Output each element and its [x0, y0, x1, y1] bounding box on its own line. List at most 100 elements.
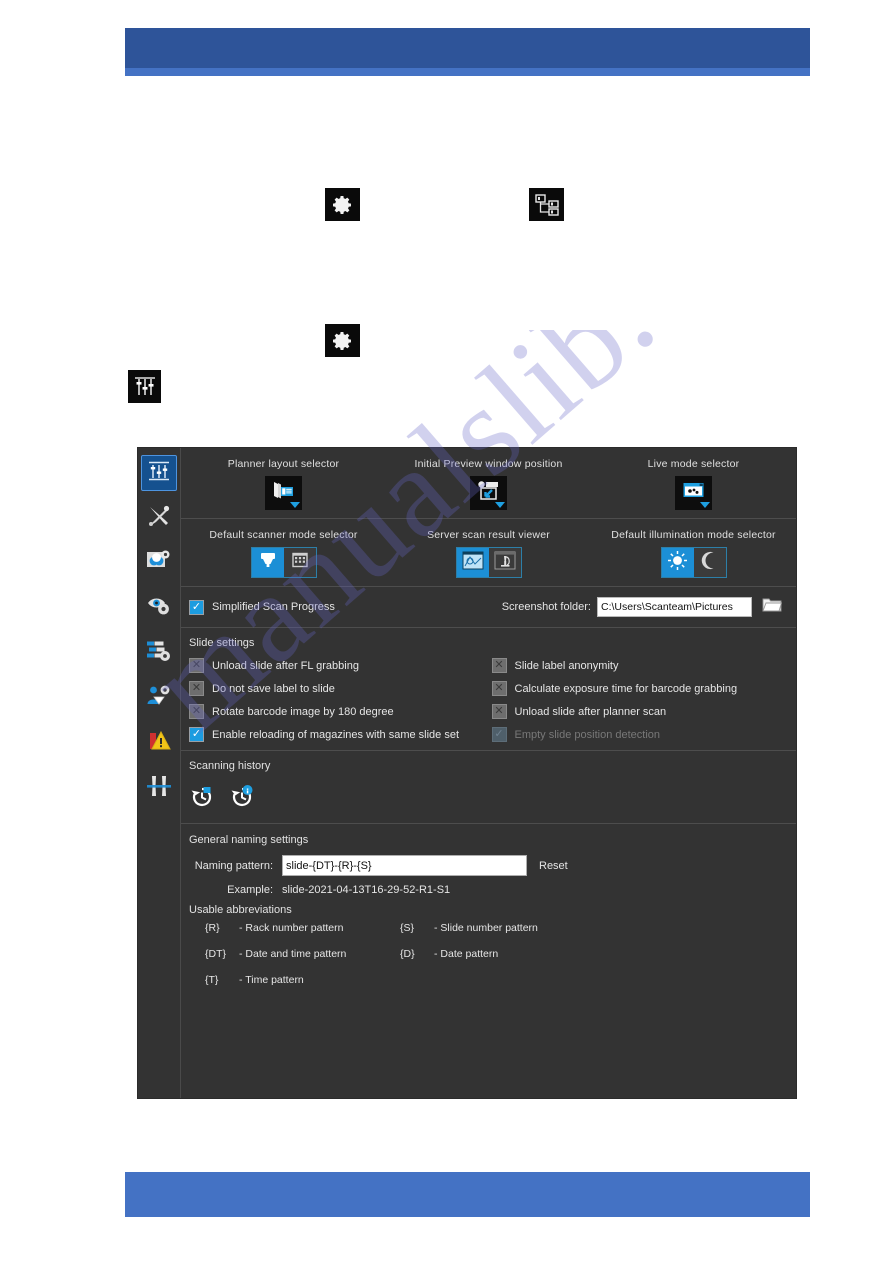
unload-slide-after-planner-scan-label: Unload slide after planner scan	[514, 705, 667, 718]
default-illumination-mode-label: Default illumination mode selector	[611, 529, 776, 541]
scanner-mode-option-grid[interactable]	[283, 548, 316, 577]
sidebar-item-image-settings[interactable]	[142, 546, 176, 580]
preview-position-icon-button[interactable]	[470, 476, 507, 510]
calculate-exposure-time-checkbox[interactable]: ✕	[491, 681, 507, 696]
enable-reloading-magazines-checkbox[interactable]: ✓	[189, 727, 204, 742]
eye-gear-icon	[146, 594, 172, 623]
history-restore-icon	[189, 787, 215, 814]
unload-slide-after-planner-scan-checkbox[interactable]: ✕	[491, 704, 507, 719]
list-gear-icon	[146, 639, 172, 668]
tools-icon	[146, 503, 172, 534]
rotate-barcode-image-checkbox[interactable]: ✕	[189, 704, 204, 719]
default-scanner-mode-label: Default scanner mode selector	[209, 529, 358, 541]
planner-layout-selector-label: Planner layout selector	[227, 458, 340, 470]
sidebar-nav	[138, 448, 181, 1098]
screenshot-folder-browse-button[interactable]	[762, 596, 783, 618]
server-scan-result-toggle-group[interactable]	[455, 547, 522, 578]
default-illumination-mode-selector[interactable]: Default illumination mode selector	[591, 529, 796, 578]
warning-icon	[146, 729, 172, 758]
slide-map-icon	[462, 551, 484, 575]
screenshot-folder-row: Screenshot folder:	[501, 596, 783, 618]
sliders-icon	[128, 370, 161, 403]
gear-icon	[325, 188, 360, 221]
sidebar-item-calibration[interactable]	[142, 771, 176, 805]
naming-pattern-input[interactable]	[282, 855, 527, 876]
history-info-button[interactable]	[229, 784, 255, 815]
server-scan-result-viewer-label: Server scan result viewer	[427, 529, 550, 541]
abbreviation-key: {DT}	[205, 948, 227, 960]
scanner-mode-option-scanner[interactable]	[251, 548, 284, 577]
illumination-toggle-group[interactable]	[660, 547, 727, 578]
live-mode-selector-label: Live mode selector	[647, 458, 740, 470]
sidebar-item-maintenance[interactable]	[142, 501, 176, 535]
simplified-scan-progress-label: Simplified Scan Progress	[212, 601, 335, 613]
folder-icon	[762, 596, 783, 618]
sidebar-item-general-settings[interactable]	[141, 455, 177, 491]
planner-layout-icon-button[interactable]	[265, 476, 302, 510]
reset-button[interactable]: Reset	[539, 860, 568, 872]
progress-and-folder-strip: ✓ Simplified Scan Progress Screenshot fo…	[181, 587, 796, 628]
scanning-history-section: Scanning history	[181, 751, 796, 824]
slide-setting-row[interactable]: ✕ Slide label anonymity	[491, 658, 787, 673]
naming-pattern-label: Naming pattern:	[194, 859, 273, 872]
do-not-save-label-to-slide-label: Do not save label to slide	[212, 682, 335, 695]
abbreviation-item: {T} - Time pattern	[205, 974, 400, 986]
sidebar-item-user-settings[interactable]	[142, 681, 176, 715]
scanning-history-title: Scanning history	[189, 760, 271, 772]
selector-row-primary: Planner layout selector Initial Preview …	[181, 448, 796, 519]
history-info-icon	[229, 785, 255, 814]
sidebar-item-warnings[interactable]	[142, 726, 176, 760]
slide-setting-row[interactable]: ✕ Unload slide after planner scan	[491, 704, 787, 719]
default-scanner-mode-selector[interactable]: Default scanner mode selector	[181, 529, 386, 578]
abbreviation-item: {S} - Slide number pattern	[400, 922, 786, 934]
slide-setting-row[interactable]: ✕ Calculate exposure time for barcode gr…	[491, 681, 787, 696]
simplified-scan-progress-row[interactable]: ✓ Simplified Scan Progress	[189, 599, 335, 615]
slide-setting-row[interactable]: ✓ Enable reloading of magazines with sam…	[189, 727, 484, 742]
scanner-mode-toggle-group[interactable]	[250, 547, 317, 578]
calculate-exposure-time-label: Calculate exposure time for barcode grab…	[514, 682, 738, 695]
slide-settings-title: Slide settings	[189, 637, 255, 649]
slide-label-anonymity-checkbox[interactable]: ✕	[491, 658, 507, 673]
chevron-down-icon	[700, 502, 710, 508]
planner-layout-selector[interactable]: Planner layout selector	[181, 458, 386, 510]
sidebar-item-workflow-settings[interactable]	[142, 636, 176, 670]
abbreviation-desc: - Time pattern	[239, 974, 304, 986]
selector-row-secondary: Default scanner mode selector Server sca…	[181, 519, 796, 587]
enable-reloading-magazines-label: Enable reloading of magazines with same …	[212, 728, 460, 741]
sliders-icon	[147, 459, 171, 488]
server-scan-option-slide-map[interactable]	[456, 548, 489, 577]
illumination-option-bright[interactable]	[661, 548, 694, 577]
abbreviations-grid: {R} - Rack number pattern {S} - Slide nu…	[189, 922, 786, 986]
history-restore-button[interactable]	[189, 784, 215, 815]
usable-abbreviations-title: Usable abbreviations	[189, 904, 292, 916]
server-scan-result-viewer-selector[interactable]: Server scan result viewer	[386, 529, 591, 578]
abbreviation-desc: - Date and time pattern	[239, 948, 347, 960]
gear-icon	[325, 324, 360, 357]
initial-preview-window-position-selector[interactable]: Initial Preview window position	[386, 458, 591, 510]
settings-window: Planner layout selector Initial Preview …	[137, 447, 797, 1099]
sidebar-item-preview-settings[interactable]	[142, 591, 176, 625]
slide-setting-row[interactable]: ✕ Rotate barcode image by 180 degree	[189, 704, 484, 719]
abbreviation-key: {S}	[400, 922, 415, 934]
abbreviation-key: {R}	[205, 922, 220, 934]
image-gear-icon	[146, 549, 172, 578]
chevron-down-icon	[495, 502, 505, 508]
empty-slide-position-detection-label: Empty slide position detection	[514, 728, 661, 741]
simplified-scan-progress-checkbox[interactable]: ✓	[189, 599, 204, 615]
server-scan-option-microscope[interactable]	[488, 548, 521, 577]
screenshot-folder-input[interactable]	[597, 597, 752, 617]
abbreviation-key: {D}	[400, 948, 415, 960]
slide-setting-row[interactable]: ✕ Unload slide after FL grabbing	[189, 658, 484, 673]
rotate-barcode-image-label: Rotate barcode image by 180 degree	[212, 705, 394, 718]
unload-slide-after-fl-grabbing-checkbox[interactable]: ✕	[189, 658, 204, 673]
live-mode-selector[interactable]: Live mode selector	[591, 458, 796, 510]
live-mode-icon-button[interactable]	[675, 476, 712, 510]
document-footer-bar	[125, 1172, 810, 1217]
abbreviation-desc: - Date pattern	[434, 948, 499, 960]
slide-settings-grid: ✕ Unload slide after FL grabbing ✕ Slide…	[189, 658, 786, 742]
illumination-option-dark[interactable]	[693, 548, 726, 577]
slide-setting-row[interactable]: ✕ Do not save label to slide	[189, 681, 484, 696]
do-not-save-label-to-slide-checkbox[interactable]: ✕	[189, 681, 204, 696]
screenshot-folder-label: Screenshot folder:	[501, 601, 591, 613]
microscope-icon	[494, 551, 516, 575]
